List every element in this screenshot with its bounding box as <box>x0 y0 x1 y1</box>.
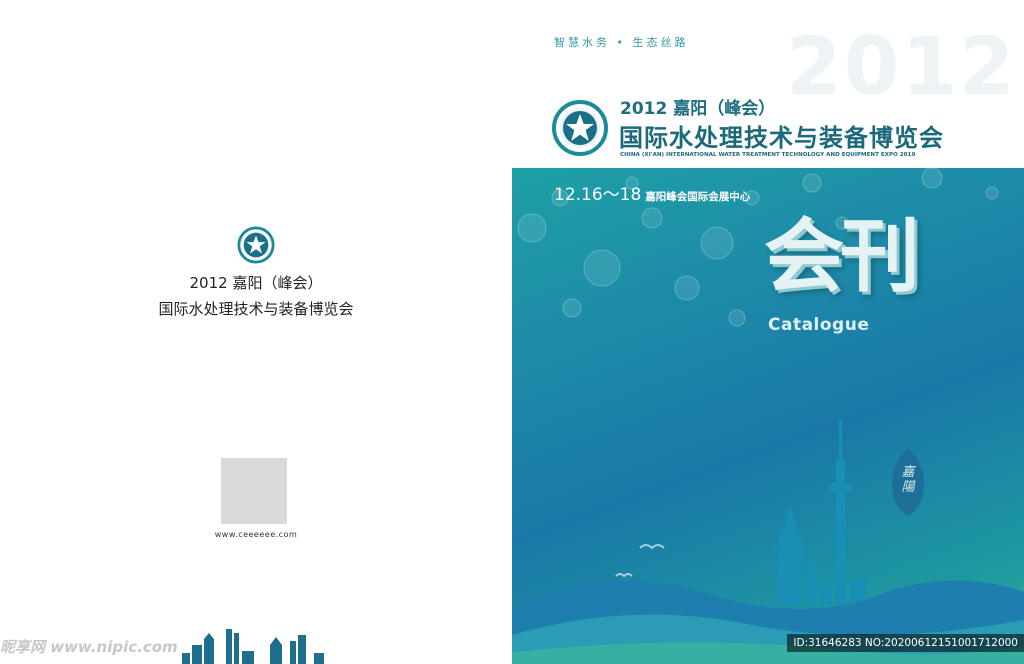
back-title-line1: 2012 嘉阳（峰会） <box>189 274 323 292</box>
seal-text: 嘉陽 <box>901 465 915 495</box>
expo-title-english: CHINA (XI'AN) INTERNATIONAL WATER TREATM… <box>620 152 916 158</box>
event-date-venue: 12.16～18 嘉阳峰会国际会展中心 <box>554 180 750 205</box>
star-logo-icon <box>552 100 608 156</box>
front-cover: 2012 智慧水务 • 生态丝路 2012 嘉阳（峰会） 国际水处理技术与装备博… <box>512 0 1024 664</box>
expo-title-line2: 国际水处理技术与装备博览会 <box>619 124 944 152</box>
back-cover: 2012 嘉阳（峰会） 国际水处理技术与装备博览会 www.ceeeeee.co… <box>0 0 512 664</box>
watermark-site: 昵享网 www.nipic.com <box>0 638 178 656</box>
main-title: 会刊 <box>764 210 920 303</box>
slogan: 智慧水务 • 生态丝路 <box>554 36 689 49</box>
expo-title-line1: 2012 嘉阳（峰会） <box>620 99 776 119</box>
star-logo-icon <box>237 226 275 264</box>
year-background-text: 2012 <box>786 20 1017 113</box>
qr-code-placeholder <box>221 458 287 524</box>
event-date: 12.16～18 <box>554 185 642 205</box>
watermark-id: ID:31646283 NO:20200612151001712000 <box>787 634 1024 652</box>
skyline-icon <box>512 420 1024 664</box>
event-venue: 嘉阳峰会国际会展中心 <box>645 191 751 203</box>
website-url: www.ceeeeee.com <box>214 530 298 539</box>
catalogue-subtitle: Catalogue <box>768 315 870 335</box>
back-title-line2: 国际水处理技术与装备博览会 <box>158 300 354 318</box>
